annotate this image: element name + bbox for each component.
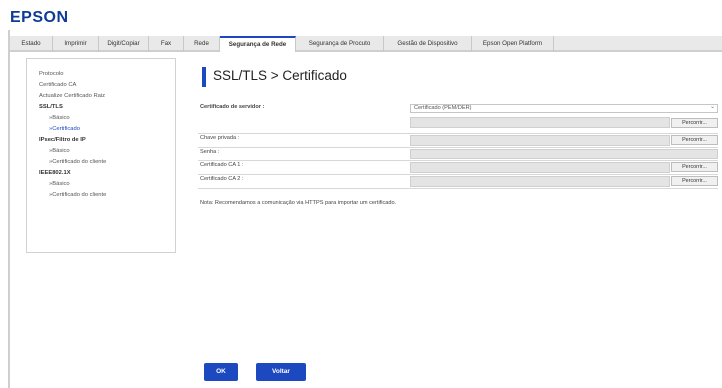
- frame-divider: [8, 30, 10, 388]
- private-key-label: Chave privada :: [200, 135, 240, 141]
- ca-certificate-2-label: Certificado CA 2 :: [200, 176, 244, 182]
- sidebar-item-actualize-certificado-raiz[interactable]: Actualize Certificado Raiz: [39, 91, 175, 102]
- sidebar-header-ipsec: IPsec/Filtro de IP: [39, 137, 86, 143]
- sidebar-item-ssl-certificado[interactable]: »Certificado: [39, 124, 175, 135]
- password-label: Senha :: [200, 149, 220, 155]
- browse-private-key-button[interactable]: Percorrir...: [671, 135, 718, 145]
- sidebar: Protocolo Certificado CA Actualize Certi…: [26, 58, 176, 253]
- epson-logo: EPSON: [10, 9, 69, 26]
- tab-seguranca-de-rede[interactable]: Segurança de Rede: [220, 36, 296, 52]
- tab-seguranca-de-produto[interactable]: Segurança de Procuto: [296, 36, 384, 52]
- sidebar-item-ipsec-basico[interactable]: »Básico: [39, 146, 175, 157]
- tab-digit-copiar[interactable]: Digit/Copiar: [99, 36, 149, 52]
- certificate-format-select[interactable]: Certificado (PEM/DER) ⌄: [410, 104, 718, 113]
- sidebar-header-ssl-tls: SSL/TLS: [39, 104, 63, 110]
- password-row: Senha :: [198, 148, 718, 161]
- main-tabs: Estado Imprimir Digit/Copiar Fax Rede Se…: [10, 36, 722, 52]
- sidebar-item-ieee-certificado-cliente[interactable]: »Certificado do cliente: [39, 190, 175, 201]
- certificate-form: Certificado de servidor : Certificado (P…: [198, 103, 718, 189]
- chevron-down-icon: ⌄: [709, 104, 715, 110]
- title-accent-bar: [202, 67, 206, 87]
- server-certificate-label: Certificado de servidor :: [200, 104, 265, 110]
- ca-certificate-2-row: Certificado CA 2 : Percorrir...: [198, 175, 718, 189]
- ca-certificate-2-file-field[interactable]: [410, 176, 670, 187]
- ca-certificate-1-row: Certificado CA 1 : Percorrir...: [198, 161, 718, 175]
- ca-certificate-1-file-field[interactable]: [410, 162, 670, 173]
- header: EPSON: [0, 0, 722, 34]
- sidebar-header-ieee8021x: IEEE802.1X: [39, 170, 71, 176]
- tab-imprimir[interactable]: Imprimir: [53, 36, 99, 52]
- tab-fax[interactable]: Fax: [149, 36, 184, 52]
- sidebar-item-ieee-basico[interactable]: »Básico: [39, 179, 175, 190]
- tab-gestao-de-dispositivo[interactable]: Gestão de Dispositivo: [384, 36, 472, 52]
- page-title: SSL/TLS > Certificado: [213, 68, 347, 83]
- tab-estado[interactable]: Estado: [10, 36, 53, 52]
- browse-ca-certificate-1-button[interactable]: Percorrir...: [671, 162, 718, 172]
- sidebar-item-ssl-basico[interactable]: »Básico: [39, 113, 175, 124]
- tab-rede[interactable]: Rede: [184, 36, 220, 52]
- tab-epson-open-platform[interactable]: Epson Open Platform: [472, 36, 554, 52]
- server-certificate-file-field[interactable]: [410, 117, 670, 128]
- certificate-format-value: Certificado (PEM/DER): [414, 105, 472, 111]
- browse-server-certificate-button[interactable]: Percorrir...: [671, 118, 718, 128]
- browse-ca-certificate-2-button[interactable]: Percorrir...: [671, 176, 718, 186]
- ca-certificate-1-label: Certificado CA 1 :: [200, 162, 244, 168]
- sidebar-item-protocolo[interactable]: Protocolo: [39, 69, 175, 80]
- password-field[interactable]: [410, 149, 718, 159]
- back-button[interactable]: Voltar: [256, 363, 306, 381]
- private-key-file-field[interactable]: [410, 135, 670, 146]
- private-key-row: Chave privada : Percorrir...: [198, 134, 718, 148]
- sidebar-item-ipsec-certificado-cliente[interactable]: »Certificado do cliente: [39, 157, 175, 168]
- https-note: Nota: Recomendamos a comunicação via HTT…: [200, 200, 397, 206]
- ok-button[interactable]: OK: [204, 363, 238, 381]
- sidebar-item-certificado-ca[interactable]: Certificado CA: [39, 80, 175, 91]
- server-certificate-row: Certificado de servidor : Certificado (P…: [198, 103, 718, 134]
